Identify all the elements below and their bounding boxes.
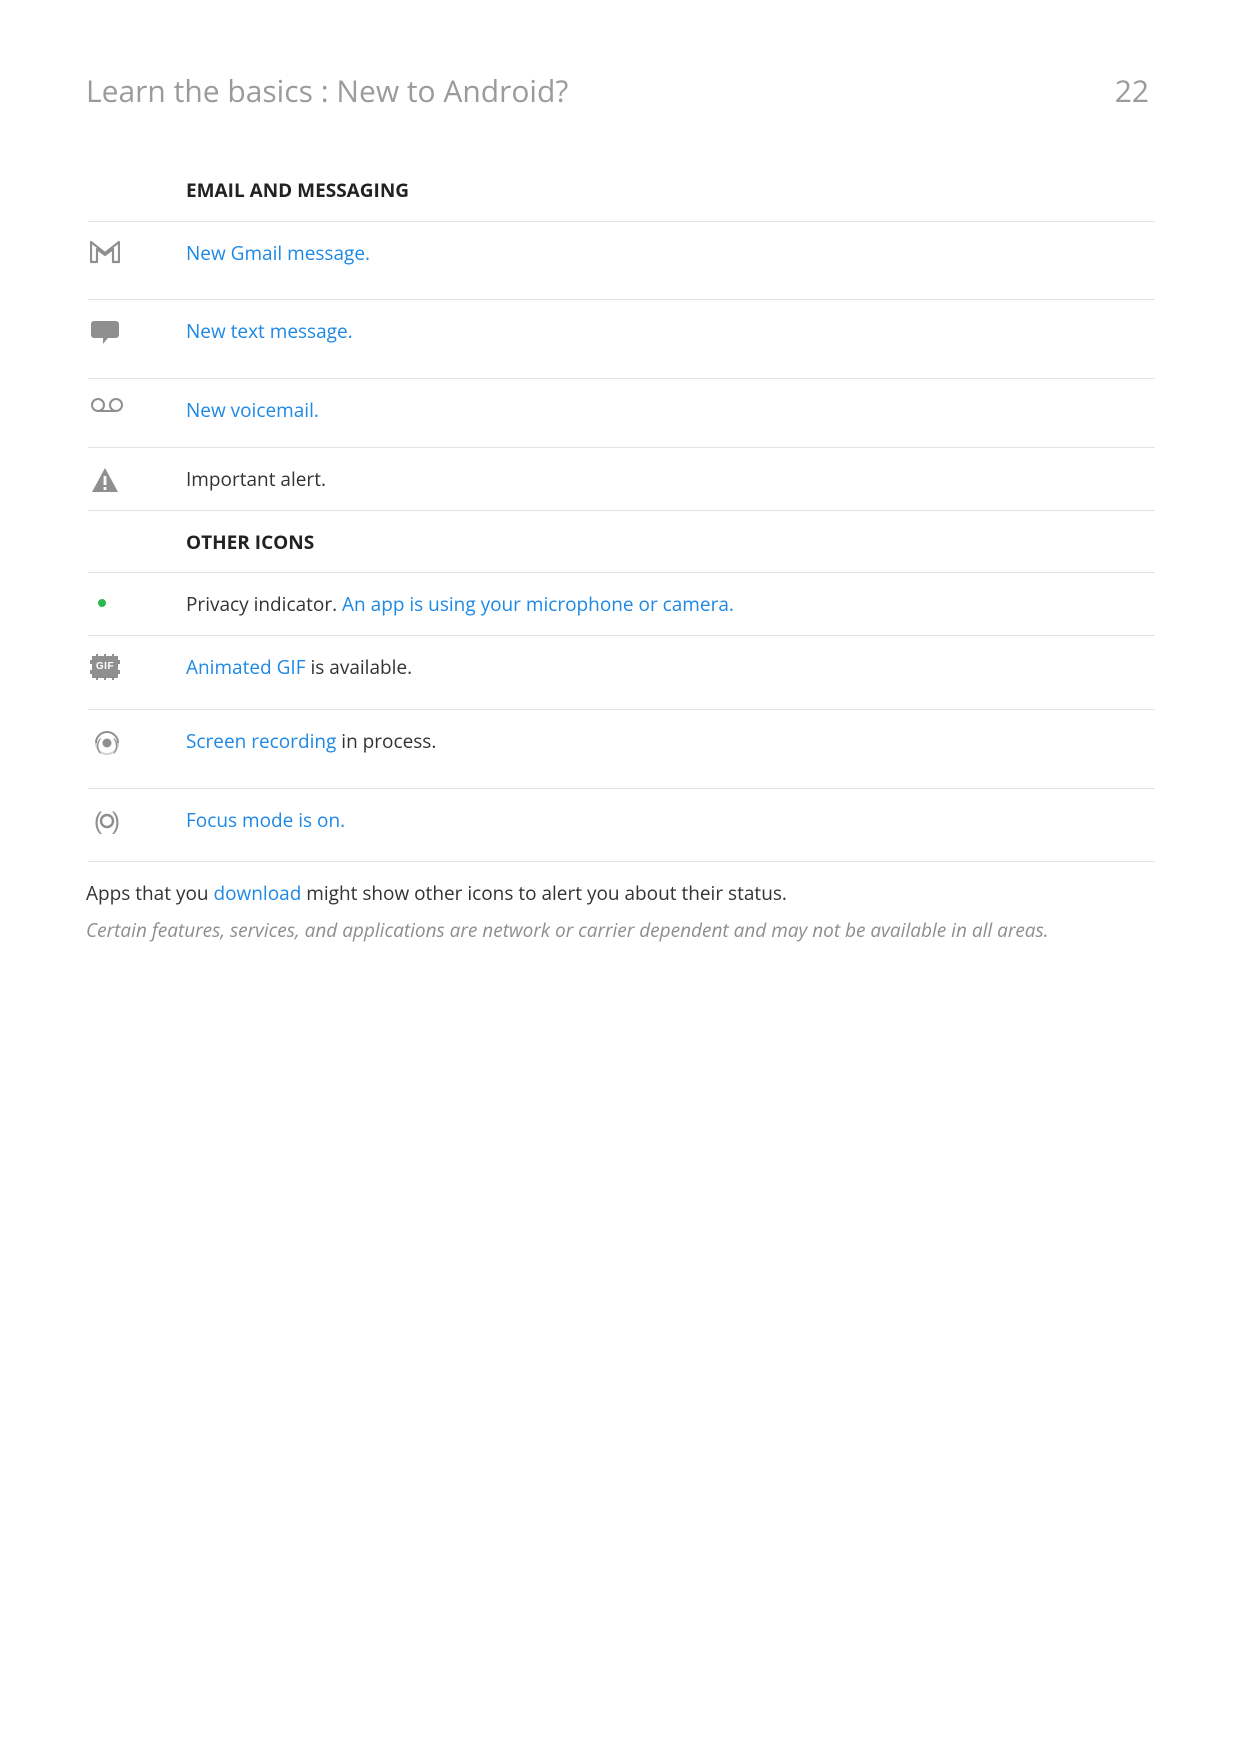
- gmail-link[interactable]: New Gmail message.: [186, 240, 370, 266]
- icon-cell: [88, 395, 186, 413]
- gif-suffix: is available.: [306, 654, 413, 680]
- footer-suffix: might show other icons to alert you abou…: [301, 880, 787, 906]
- table-row: GIF Animated GIF is available.: [88, 636, 1155, 711]
- table-row: New text message.: [88, 300, 1155, 379]
- section-title-email: EMAIL AND MESSAGING: [186, 175, 1155, 205]
- row-text: Focus mode is on.: [186, 805, 1155, 835]
- row-text: Animated GIF is available.: [186, 652, 1155, 682]
- icon-cell: [88, 464, 186, 494]
- focus-mode-icon: ( ): [90, 807, 124, 835]
- privacy-dot-icon: [98, 599, 106, 607]
- icon-cell: [88, 238, 186, 264]
- gif-link[interactable]: Animated GIF: [186, 654, 306, 680]
- screen-recording-icon: ( ): [90, 728, 124, 758]
- row-text: New Gmail message.: [186, 238, 1155, 268]
- table-row: New voicemail.: [88, 379, 1155, 448]
- footer-prefix: Apps that you: [86, 880, 213, 906]
- alert-triangle-icon: [90, 466, 120, 494]
- focus-mode-link[interactable]: Focus mode is on.: [186, 807, 345, 833]
- icon-cell: [88, 316, 186, 346]
- gif-icon: GIF: [90, 654, 120, 680]
- section-title-other: OTHER ICONS: [186, 527, 1155, 557]
- table-row: New Gmail message.: [88, 222, 1155, 301]
- row-text: New text message.: [186, 316, 1155, 346]
- voicemail-link[interactable]: New voicemail.: [186, 397, 319, 423]
- page-header: Learn the basics : New to Android? 22: [86, 70, 1155, 111]
- empty-icon-cell: [88, 527, 186, 529]
- empty-icon-cell: [88, 175, 186, 177]
- privacy-link[interactable]: An app is using your microphone or camer…: [342, 591, 734, 617]
- breadcrumb: Learn the basics : New to Android?: [86, 70, 568, 111]
- chat-bubble-icon: [90, 318, 120, 346]
- svg-text:): ): [112, 808, 120, 835]
- section-heading-row: OTHER ICONS: [88, 511, 1155, 574]
- text-message-link[interactable]: New text message.: [186, 318, 353, 344]
- section-heading-row: EMAIL AND MESSAGING: [88, 159, 1155, 222]
- table-row: ( ) Focus mode is on.: [88, 789, 1155, 862]
- gmail-icon: [90, 240, 120, 264]
- footer-paragraph: Apps that you download might show other …: [86, 880, 1155, 908]
- icon-cell: ( ): [88, 805, 186, 835]
- screen-recording-suffix: in process.: [336, 728, 436, 754]
- icon-cell: ( ): [88, 726, 186, 758]
- disclaimer-text: Certain features, services, and applicat…: [86, 918, 1155, 944]
- row-text: Screen recording in process.: [186, 726, 1155, 756]
- page-number: 22: [1115, 70, 1149, 111]
- voicemail-icon: [90, 397, 124, 413]
- table-row: ( ) Screen recording in process.: [88, 710, 1155, 789]
- screen-recording-link[interactable]: Screen recording: [186, 728, 336, 754]
- icon-cell: GIF: [88, 652, 186, 680]
- content-table: EMAIL AND MESSAGING New Gmail message.: [88, 159, 1155, 862]
- table-row: Privacy indicator. An app is using your …: [88, 573, 1155, 636]
- row-text: New voicemail.: [186, 395, 1155, 425]
- table-row: Important alert.: [88, 448, 1155, 511]
- row-text: Privacy indicator. An app is using your …: [186, 589, 1155, 619]
- icon-cell: [88, 589, 186, 607]
- svg-text:): ): [113, 737, 118, 754]
- svg-text:(: (: [96, 737, 102, 754]
- privacy-prefix: Privacy indicator.: [186, 591, 342, 617]
- download-link[interactable]: download: [213, 880, 301, 906]
- row-text: Important alert.: [186, 464, 1155, 494]
- page: Learn the basics : New to Android? 22 EM…: [0, 0, 1241, 1754]
